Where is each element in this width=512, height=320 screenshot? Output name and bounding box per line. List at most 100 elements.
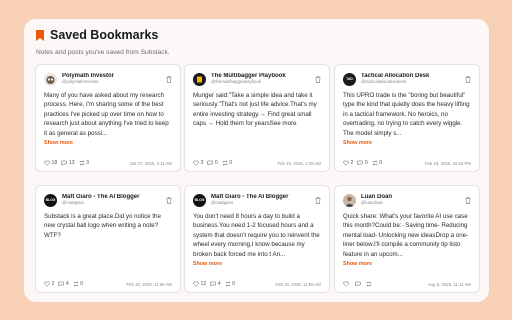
trash-icon[interactable] [465, 196, 471, 204]
restack-stat[interactable]: 3 [79, 160, 89, 166]
like-count: 3 [200, 160, 204, 166]
bookmarks-panel: Saved Bookmarks Notes and posts you've s… [24, 19, 489, 302]
card-footer: 18 13 3 Jan 27, 2026, 4:11 AM [44, 160, 172, 166]
like-count: 18 [51, 160, 58, 166]
author-info: Matt Giaro - The AI Blogger @mattgiaro [62, 194, 166, 205]
comment-icon [58, 281, 64, 287]
author-info: The Multibagger Playbook @themultibagger… [211, 73, 315, 84]
author-info: Luan Doan @luandoan [361, 194, 465, 205]
author-handle: @themultibaggerplaybook [211, 79, 261, 85]
like-stat[interactable]: 18 [44, 160, 57, 166]
avatar[interactable] [343, 193, 356, 207]
page-subtitle: Notes and posts you've saved from Substa… [36, 49, 170, 56]
comment-icon [354, 281, 361, 287]
trash-icon[interactable] [315, 196, 321, 204]
heart-icon [44, 160, 50, 166]
show-more-link[interactable]: Show more [44, 140, 73, 146]
avatar[interactable]: BLOG [44, 193, 57, 207]
show-more-link[interactable]: Show more [343, 140, 372, 146]
show-more-link[interactable]: Show more [343, 261, 372, 267]
avatar[interactable]: BLOG [193, 193, 206, 207]
like-stat[interactable]: 2 [343, 160, 353, 166]
restack-stat[interactable]: 0 [372, 160, 382, 166]
note-text: Quick share: What's your favorite AI use… [343, 213, 469, 258]
restack-icon [225, 281, 230, 287]
like-count: 2 [350, 160, 354, 166]
card-footer: 2 0 0 Feb 18, 2026, 10:16 PM [343, 160, 471, 166]
comment-icon [357, 160, 363, 166]
post-date: Feb 18, 2026, 10:16 PM [424, 160, 471, 166]
restack-icon [73, 281, 79, 287]
author-handle: @polymathinvestor [62, 79, 99, 85]
post-date: Jan 27, 2026, 4:11 AM [129, 160, 172, 166]
avatar[interactable]: TAD [343, 72, 356, 86]
comment-stat[interactable]: 4 [58, 281, 69, 287]
like-stat[interactable]: 3 [193, 160, 203, 166]
comment-count: 13 [68, 160, 75, 166]
bookmark-card[interactable]: BLOG Matt Giaro - The AI Blogger @mattgi… [184, 185, 330, 293]
comment-stat[interactable]: 13 [61, 160, 75, 166]
avatar[interactable] [44, 72, 57, 86]
comment-icon [207, 160, 213, 166]
like-stat[interactable]: 2 [44, 281, 54, 287]
note-text: You don't need 8 hours a day to build a … [193, 213, 320, 258]
like-stat[interactable]: 12 [193, 281, 206, 287]
restack-stat[interactable] [366, 281, 374, 287]
restack-stat[interactable]: 0 [222, 160, 232, 166]
comment-stat[interactable]: 4 [210, 281, 221, 287]
restack-count: 0 [379, 160, 383, 166]
comment-stat[interactable]: 0 [357, 160, 368, 166]
restack-count: 3 [86, 160, 89, 166]
post-date: Aug 8, 2025, 11:11 AM [427, 281, 471, 287]
trash-icon[interactable] [166, 196, 172, 204]
bookmark-card[interactable]: Luan Doan @luandoan Quick share: What's … [334, 185, 480, 293]
note-text: Munger said:"Take a simple idea and take… [193, 92, 317, 128]
comment-count: 0 [214, 160, 218, 166]
comment-count: 0 [364, 160, 368, 166]
heart-icon [193, 281, 199, 287]
bookmark-card[interactable]: TAD Tactical Allocation Desk @tacticalal… [334, 64, 480, 172]
restack-count: 0 [80, 281, 84, 287]
note-text: Many of you have asked about my research… [44, 92, 169, 137]
heart-icon [193, 160, 199, 166]
show-more-link[interactable]: Show more [193, 261, 222, 267]
author-info: Tactical Allocation Desk @tacticalalloca… [361, 73, 465, 84]
comment-stat[interactable] [354, 281, 363, 287]
playbook-avatar-icon [197, 76, 202, 82]
bookmark-card[interactable]: Polymath Investor @polymathinvestor Many… [35, 64, 181, 172]
owl-avatar-icon [46, 75, 55, 84]
trash-icon[interactable] [315, 75, 321, 83]
author-info: Polymath Investor @polymathinvestor [62, 73, 166, 84]
author-handle: @mattgiaro [62, 200, 85, 206]
heart-icon [44, 281, 50, 287]
comment-icon [61, 160, 67, 166]
avatar[interactable] [193, 72, 206, 86]
trash-icon[interactable] [166, 75, 172, 83]
post-date: Feb 19, 2026, 1:36 AM [277, 160, 321, 166]
author-handle: @luandoan [361, 200, 384, 206]
card-header: BLOG Matt Giaro - The AI Blogger @mattgi… [44, 192, 172, 208]
comment-count: 4 [217, 281, 221, 287]
card-footer: Aug 8, 2025, 11:11 AM [343, 281, 471, 287]
restack-stat[interactable]: 0 [225, 281, 235, 287]
card-header: Polymath Investor @polymathinvestor [44, 71, 172, 87]
heart-icon [343, 160, 349, 166]
restack-stat[interactable]: 0 [73, 281, 83, 287]
card-header: TAD Tactical Allocation Desk @tacticalal… [343, 71, 471, 87]
card-footer: 12 4 0 Feb 19, 2026, 11:56 AM [193, 281, 321, 287]
restack-icon [222, 160, 228, 166]
comment-stat[interactable]: 0 [207, 160, 218, 166]
restack-icon [372, 160, 378, 166]
bookmark-card[interactable]: BLOG Matt Giaro - The AI Blogger @mattgi… [35, 185, 181, 293]
card-footer: 3 0 0 Feb 19, 2026, 1:36 AM [193, 160, 321, 166]
trash-icon[interactable] [465, 75, 471, 83]
note-text: Substack is a great place.Did yo notice … [44, 213, 161, 239]
restack-count: 0 [229, 160, 233, 166]
like-stat[interactable] [343, 281, 351, 287]
card-header: Luan Doan @luandoan [343, 192, 471, 208]
author-handle: @tacticalallocationdesk [361, 79, 406, 85]
bookmark-icon [36, 29, 44, 41]
restack-icon [366, 281, 372, 287]
bookmark-card[interactable]: The Multibagger Playbook @themultibagger… [184, 64, 330, 172]
comment-count: 4 [65, 281, 69, 287]
